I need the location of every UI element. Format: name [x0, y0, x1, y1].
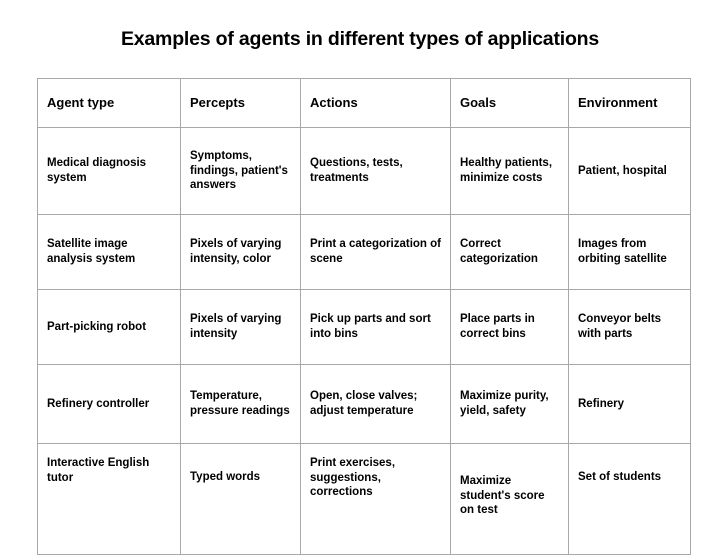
agents-table: Agent type Percepts Actions Goals Enviro…: [37, 78, 691, 555]
cell-goals: Correct categorization: [450, 214, 569, 290]
column-header-goals: Goals: [450, 78, 569, 128]
cell-percepts: Temperature, pressure readings: [180, 364, 301, 444]
cell-goals: Maximize student's score on test: [450, 443, 569, 555]
cell-agent-type: Interactive English tutor: [37, 443, 181, 555]
cell-environment: Set of students: [568, 443, 691, 555]
column-header-environment: Environment: [568, 78, 691, 128]
cell-agent-type: Medical diagnosis system: [37, 127, 181, 215]
table-row: Satellite image analysis system Pixels o…: [37, 214, 691, 290]
cell-agent-type: Refinery controller: [37, 364, 181, 444]
table-row: Interactive English tutor Typed words Pr…: [37, 443, 691, 555]
table-row: Refinery controller Temperature, pressur…: [37, 364, 691, 444]
page-title: Examples of agents in different types of…: [120, 28, 600, 50]
cell-goals: Place parts in correct bins: [450, 289, 569, 365]
table-row: Medical diagnosis system Symptoms, findi…: [37, 127, 691, 215]
cell-percepts: Symptoms, findings, patient's answers: [180, 127, 301, 215]
cell-environment: Refinery: [568, 364, 691, 444]
cell-percepts: Typed words: [180, 443, 301, 555]
column-header-actions: Actions: [300, 78, 451, 128]
table-header-row: Agent type Percepts Actions Goals Enviro…: [37, 78, 691, 128]
cell-actions: Pick up parts and sort into bins: [300, 289, 451, 365]
cell-environment: Images from orbiting satellite: [568, 214, 691, 290]
cell-actions: Questions, tests, treatments: [300, 127, 451, 215]
cell-goals: Healthy patients, minimize costs: [450, 127, 569, 215]
cell-actions: Open, close valves; adjust temperature: [300, 364, 451, 444]
column-header-percepts: Percepts: [180, 78, 301, 128]
cell-agent-type: Part-picking robot: [37, 289, 181, 365]
slide-canvas: Examples of agents in different types of…: [0, 0, 720, 555]
cell-actions: Print exercises, suggestions, correction…: [300, 443, 451, 555]
column-header-agent-type: Agent type: [37, 78, 181, 128]
cell-goals: Maximize purity, yield, safety: [450, 364, 569, 444]
agents-table-container: Agent type Percepts Actions Goals Enviro…: [37, 78, 691, 555]
cell-environment: Patient, hospital: [568, 127, 691, 215]
cell-environment: Conveyor belts with parts: [568, 289, 691, 365]
cell-percepts: Pixels of varying intensity, color: [180, 214, 301, 290]
table-row: Part-picking robot Pixels of varying int…: [37, 289, 691, 365]
cell-agent-type: Satellite image analysis system: [37, 214, 181, 290]
cell-actions: Print a categorization of scene: [300, 214, 451, 290]
cell-percepts: Pixels of varying intensity: [180, 289, 301, 365]
